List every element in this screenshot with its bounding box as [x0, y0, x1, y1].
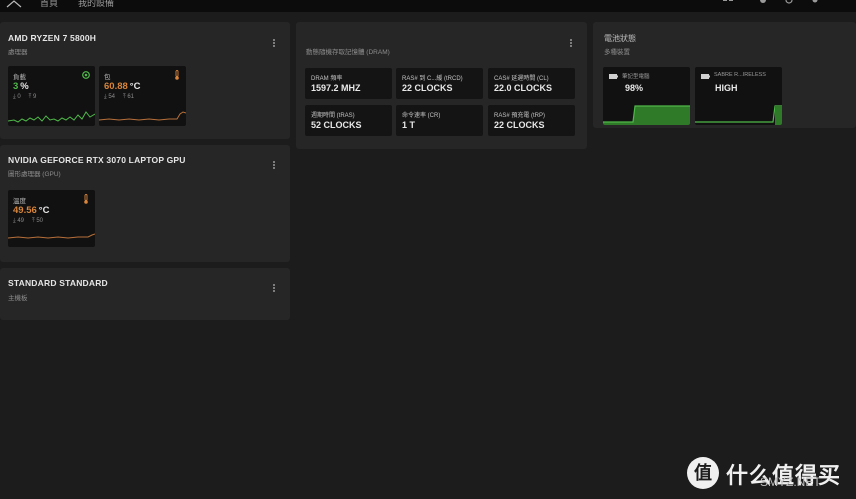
- battery-sabre-label: SABRE R...IRELESS: [714, 72, 766, 78]
- grid-icon[interactable]: [723, 0, 733, 7]
- cpu-package-temp-tile[interactable]: 包 60.88 °C ⤓ 54 ⤒ 61: [99, 66, 186, 126]
- cpu-load-label: 負載: [13, 74, 26, 81]
- gpu-temp-sparkline: [8, 233, 95, 239]
- battery-sabre-value: HIGH: [715, 83, 738, 93]
- dram-trcd-label: RAS# 到 C...緩 (tRCD): [402, 76, 463, 82]
- cpu-more-menu-icon[interactable]: [272, 38, 276, 50]
- battery-icon: [701, 74, 710, 79]
- dram-tras-label: 週期時間 (tRAS): [311, 113, 355, 119]
- gpu-subtitle: 圖形處理器 (GPU): [8, 171, 61, 178]
- corsair-logo-icon: [6, 0, 22, 8]
- battery-laptop-value: 98%: [625, 83, 644, 93]
- dram-panel: 動態隨機存取記憶體 (DRAM) DRAM 頻率 1597.2 MHZ RAS#…: [296, 22, 587, 149]
- battery-sabre-mouse-tile[interactable]: SABRE R...IRELESS HIGH: [695, 67, 782, 125]
- nav-my-devices[interactable]: 我的設備: [78, 0, 114, 9]
- dram-trcd-tile[interactable]: RAS# 到 C...緩 (tRCD) 22 CLOCKS: [396, 68, 483, 99]
- dram-frequency-label: DRAM 頻率: [311, 76, 343, 82]
- dram-cl-value: 22.0 CLOCKS: [494, 83, 553, 93]
- settings-gear-icon[interactable]: [810, 0, 820, 7]
- thermometer-icon: [175, 70, 179, 80]
- dram-trcd-value: 22 CLOCKS: [402, 83, 453, 93]
- cpu-load-value: 3%: [13, 81, 29, 92]
- battery-sabre-chart: [695, 105, 782, 125]
- watermark-site: SMYZ.NET: [760, 475, 821, 489]
- motherboard-panel: STANDARD STANDARD 主機板: [0, 268, 290, 320]
- dram-trp-label: RAS# 預充電 (tRP): [494, 113, 546, 119]
- dram-more-menu-icon[interactable]: [569, 38, 573, 50]
- gpu-temp-label: 溫度: [13, 198, 26, 205]
- dram-frequency-value: 1597.2 MHZ: [311, 83, 361, 93]
- cpu-subtitle: 處理器: [8, 49, 28, 56]
- cpu-package-value: 60.88 °C: [104, 81, 141, 92]
- motherboard-more-menu-icon[interactable]: [272, 283, 276, 295]
- nav-home[interactable]: 首頁: [40, 0, 58, 9]
- dram-cl-label: CAS# 延遲時間 (CL): [494, 76, 549, 82]
- thermometer-icon: [84, 194, 88, 204]
- battery-subtitle: 多種裝置: [604, 49, 630, 56]
- gpu-temp-minmax: ⤓ 49 ⤒ 50: [13, 218, 44, 224]
- top-bar: 首頁 我的設備: [0, 0, 856, 12]
- dram-cr-label: 命令速率 (CR): [402, 113, 441, 119]
- cpu-panel: AMD RYZEN 7 5800H 處理器 負載 3% ⤓ 0 ⤒ 9 包 60.…: [0, 22, 290, 139]
- battery-icon: [609, 74, 618, 79]
- cpu-title: AMD RYZEN 7 5800H: [8, 33, 97, 43]
- dram-tras-tile[interactable]: 週期時間 (tRAS) 52 CLOCKS: [305, 105, 392, 136]
- cpu-package-minmax: ⤓ 54 ⤒ 61: [104, 94, 135, 100]
- dram-cr-value: 1 T: [402, 120, 416, 130]
- battery-laptop-chart: [603, 105, 690, 125]
- battery-panel: 電池狀態 多種裝置 筆記型電腦 98% SABRE R...IRELESS HI…: [593, 22, 856, 128]
- cpu-package-label: 包: [104, 74, 111, 81]
- dram-tras-value: 52 CLOCKS: [311, 120, 362, 130]
- gpu-more-menu-icon[interactable]: [272, 160, 276, 172]
- gpu-title: NVIDIA GEFORCE RTX 3070 LAPTOP GPU: [8, 155, 186, 165]
- battery-laptop-tile[interactable]: 筆記型電腦 98%: [603, 67, 690, 125]
- smzdm-logo-icon: 值: [687, 457, 719, 489]
- cpu-load-minmax: ⤓ 0 ⤒ 9: [13, 94, 37, 100]
- cpu-chip-icon: [82, 71, 90, 79]
- svg-text:值: 值: [694, 462, 712, 484]
- battery-laptop-label: 筆記型電腦: [622, 74, 650, 80]
- gpu-temp-value: 49.56 °C: [13, 205, 50, 216]
- cpu-package-sparkline: [99, 111, 186, 121]
- dram-trp-value: 22 CLOCKS: [494, 120, 545, 130]
- dram-trp-tile[interactable]: RAS# 預充電 (tRP) 22 CLOCKS: [488, 105, 575, 136]
- notification-icon[interactable]: [758, 0, 768, 7]
- dram-cr-tile[interactable]: 命令速率 (CR) 1 T: [396, 105, 483, 136]
- gpu-temp-tile[interactable]: 溫度 49.56 °C ⤓ 49 ⤒ 50: [8, 190, 95, 247]
- cpu-load-tile[interactable]: 負載 3% ⤓ 0 ⤒ 9: [8, 66, 95, 126]
- motherboard-title: STANDARD STANDARD: [8, 278, 108, 288]
- help-icon[interactable]: [784, 0, 794, 7]
- motherboard-subtitle: 主機板: [8, 295, 28, 302]
- cpu-load-sparkline: [8, 111, 95, 123]
- battery-title: 電池狀態: [604, 34, 636, 43]
- dram-cl-tile[interactable]: CAS# 延遲時間 (CL) 22.0 CLOCKS: [488, 68, 575, 99]
- dram-frequency-tile[interactable]: DRAM 頻率 1597.2 MHZ: [305, 68, 392, 99]
- dram-subtitle: 動態隨機存取記憶體 (DRAM): [306, 49, 390, 56]
- gpu-panel: NVIDIA GEFORCE RTX 3070 LAPTOP GPU 圖形處理器…: [0, 145, 290, 262]
